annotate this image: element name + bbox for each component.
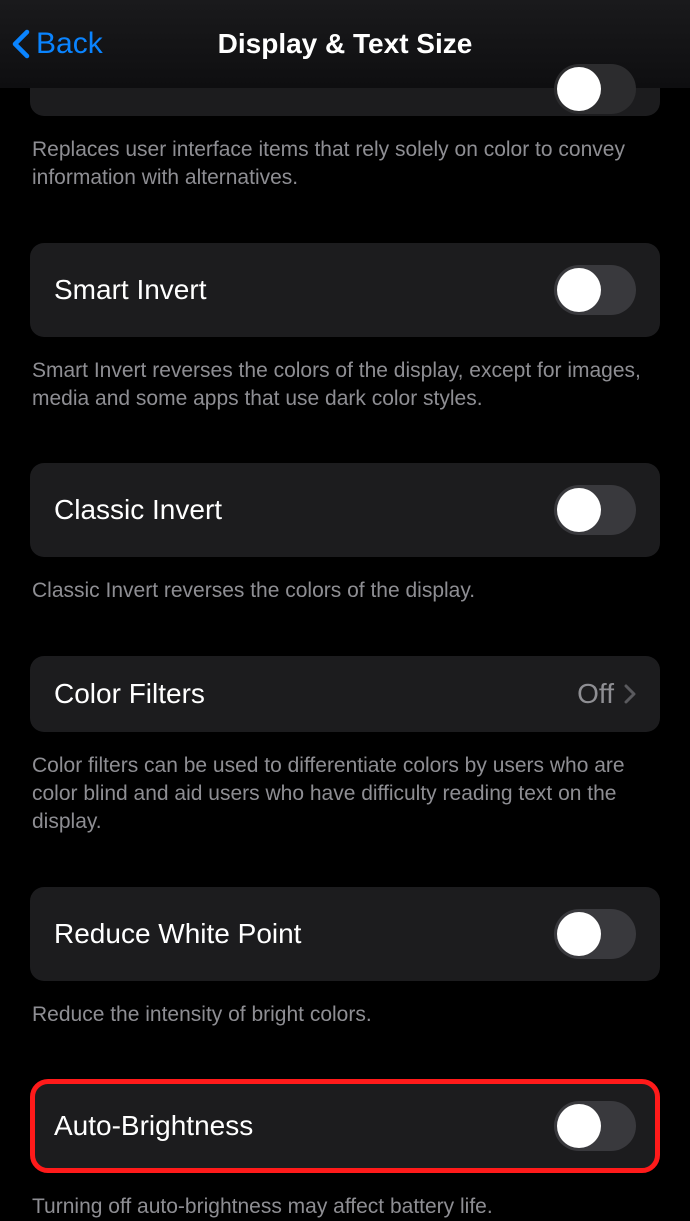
row-differentiate-without-color[interactable] <box>30 88 660 116</box>
row-classic-invert[interactable]: Classic Invert <box>30 463 660 557</box>
smart-invert-toggle[interactable] <box>554 265 636 315</box>
reduce-white-point-toggle[interactable] <box>554 909 636 959</box>
color-filters-footer: Color filters can be used to differentia… <box>30 752 660 837</box>
differentiate-toggle[interactable] <box>554 64 636 114</box>
row-color-filters[interactable]: Color Filters Off <box>30 656 660 732</box>
reduce-white-point-footer: Reduce the intensity of bright colors. <box>30 1001 660 1029</box>
smart-invert-label: Smart Invert <box>54 274 206 306</box>
smart-invert-footer: Smart Invert reverses the colors of the … <box>30 357 660 414</box>
classic-invert-footer: Classic Invert reverses the colors of th… <box>30 577 660 605</box>
color-filters-label: Color Filters <box>54 678 205 710</box>
classic-invert-toggle[interactable] <box>554 485 636 535</box>
auto-brightness-footer: Turning off auto-brightness may affect b… <box>30 1193 660 1221</box>
settings-content: Replaces user interface items that rely … <box>0 88 690 1221</box>
chevron-right-icon <box>624 684 636 704</box>
auto-brightness-label: Auto-Brightness <box>54 1110 253 1142</box>
color-filters-value: Off <box>577 678 614 710</box>
color-filters-right: Off <box>577 678 636 710</box>
differentiate-footer: Replaces user interface items that rely … <box>30 136 660 193</box>
row-smart-invert[interactable]: Smart Invert <box>30 243 660 337</box>
row-auto-brightness[interactable]: Auto-Brightness <box>30 1079 660 1173</box>
page-title: Display & Text Size <box>0 28 690 60</box>
chevron-left-icon <box>12 29 30 59</box>
auto-brightness-toggle[interactable] <box>554 1101 636 1151</box>
classic-invert-label: Classic Invert <box>54 494 222 526</box>
back-label: Back <box>36 27 103 61</box>
reduce-white-point-label: Reduce White Point <box>54 918 301 950</box>
row-reduce-white-point[interactable]: Reduce White Point <box>30 887 660 981</box>
back-button[interactable]: Back <box>12 27 103 61</box>
